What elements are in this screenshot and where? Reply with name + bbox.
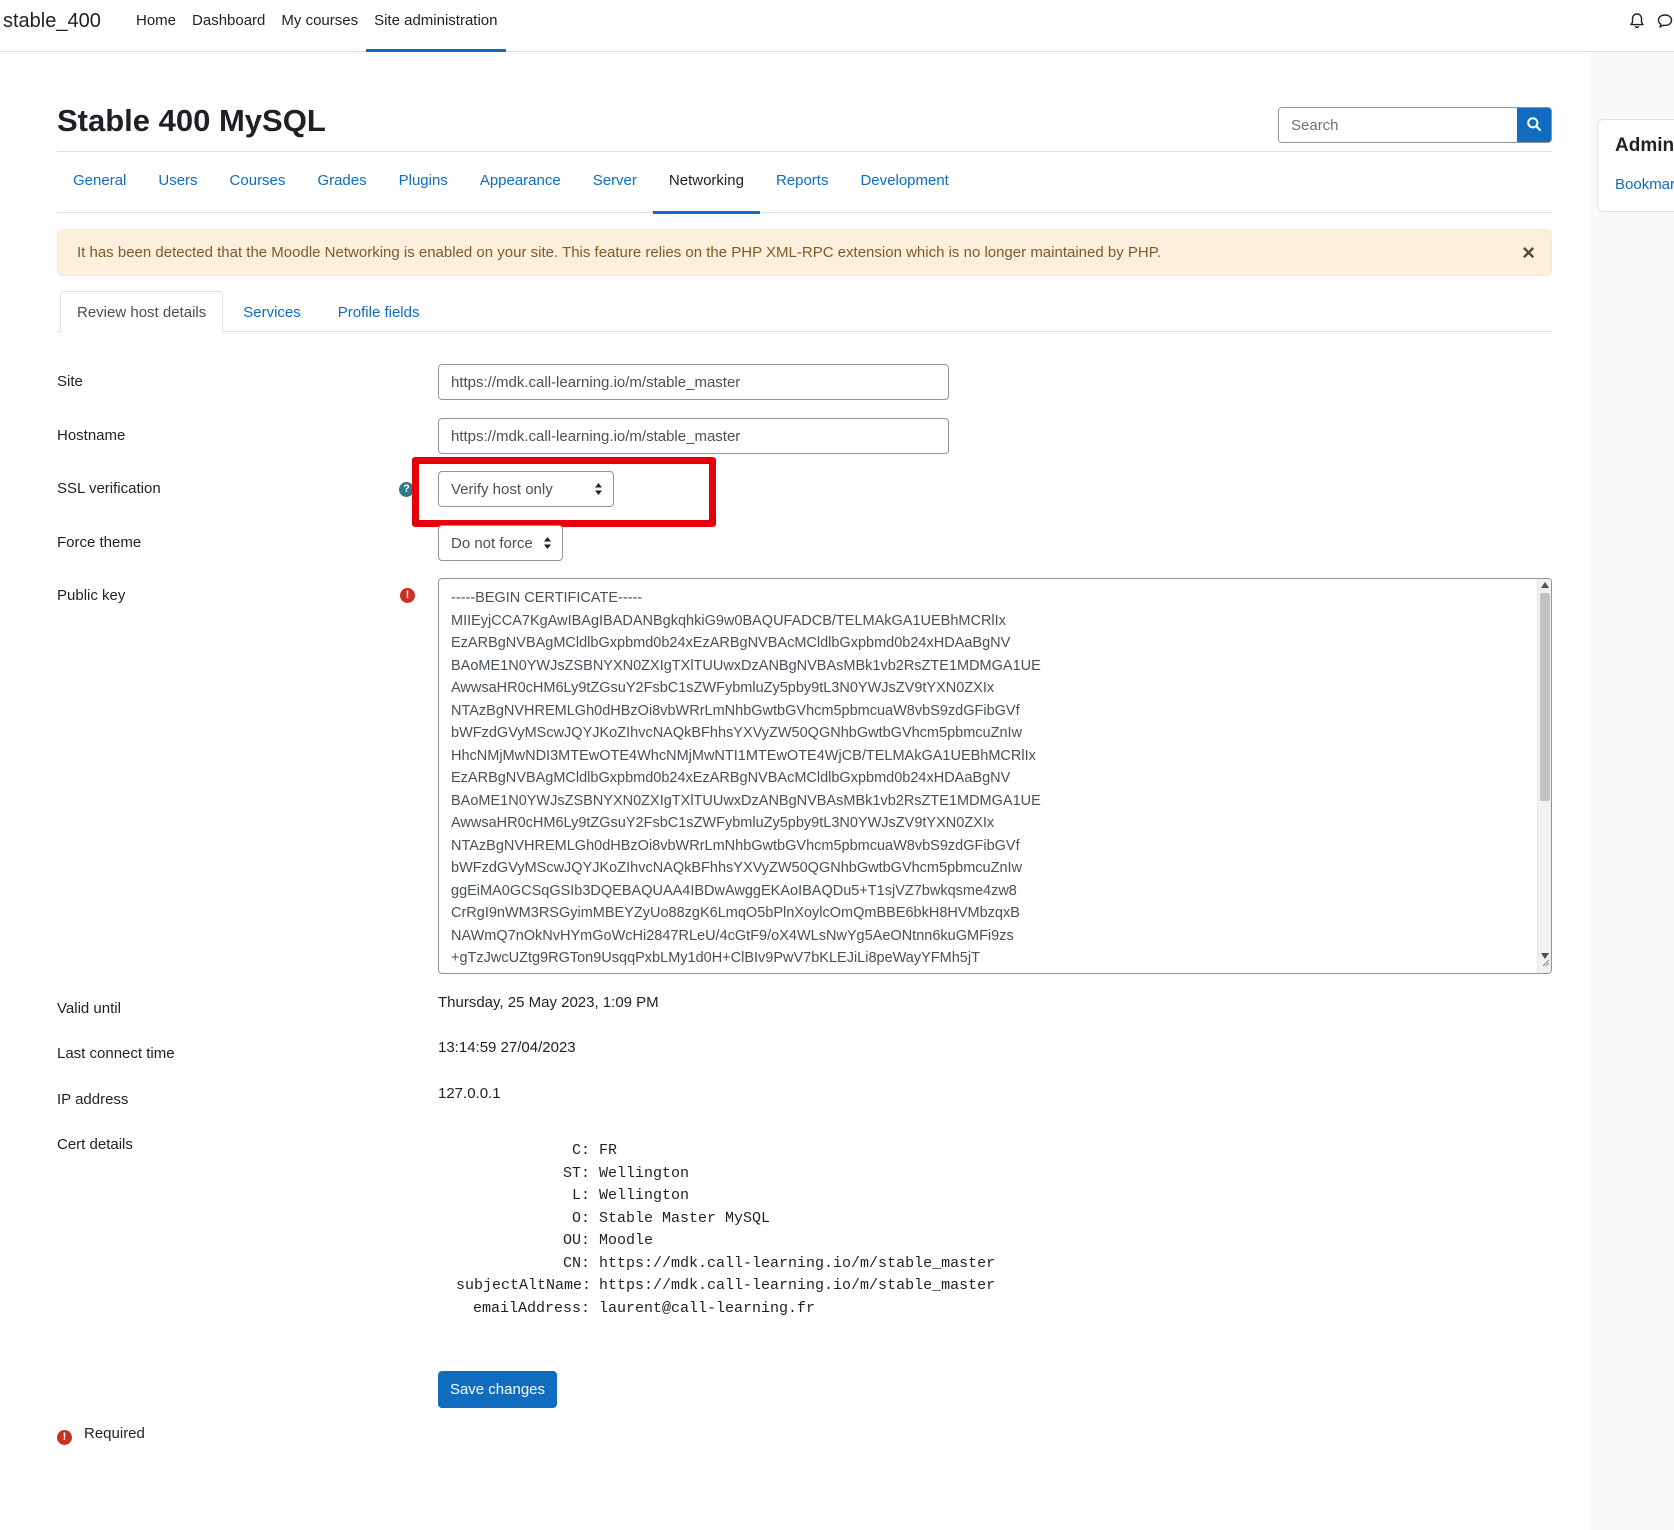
- required-legend-text: Required: [84, 1425, 145, 1442]
- cert-row-st: ST: Wellington: [562, 1164, 690, 1182]
- ssl-verification-value: Verify host only: [451, 480, 553, 498]
- tab-reports[interactable]: Reports: [760, 152, 845, 213]
- tab-services[interactable]: Services: [226, 291, 318, 332]
- valid-until-label: Valid until: [57, 1000, 121, 1017]
- cert-row-subjectaltname: subjectAltName: https://mdk.call-learnin…: [456, 1277, 996, 1294]
- alert-message: It has been detected that the Moodle Net…: [77, 244, 1161, 261]
- search-box: [1278, 107, 1552, 143]
- right-drawer: [1591, 52, 1674, 1530]
- page-title: Stable 400 MySQL: [57, 103, 326, 138]
- cert-details: C: FR ST: Wellington L: Wellington O: St…: [456, 1140, 995, 1320]
- search-input[interactable]: [1279, 108, 1519, 142]
- search-button[interactable]: [1517, 108, 1551, 142]
- tab-appearance[interactable]: Appearance: [464, 152, 577, 213]
- last-connect-value: 13:14:59 27/04/2023: [438, 1039, 576, 1056]
- navbar-icons: [1628, 12, 1674, 30]
- cert-row-cn: CN: https://mdk.call-learning.io/m/stabl…: [562, 1254, 996, 1272]
- search-icon: [1526, 116, 1542, 135]
- textarea-scrollbar[interactable]: [1537, 579, 1551, 973]
- nav-dashboard[interactable]: Dashboard: [184, 0, 273, 52]
- hostname-label: Hostname: [57, 427, 126, 444]
- tab-grades[interactable]: Grades: [301, 152, 382, 213]
- hostname-input[interactable]: [438, 418, 949, 454]
- site-brand[interactable]: stable_400: [3, 10, 101, 33]
- tab-review-host-details[interactable]: Review host details: [60, 291, 224, 333]
- cert-details-label: Cert details: [57, 1136, 133, 1153]
- tab-plugins[interactable]: Plugins: [383, 152, 464, 213]
- xmlrpc-warning-alert: It has been detected that the Moodle Net…: [57, 229, 1552, 276]
- help-icon[interactable]: ?: [399, 482, 414, 497]
- force-theme-label: Force theme: [57, 534, 142, 551]
- site-input[interactable]: [438, 364, 949, 400]
- bookmarks-link[interactable]: Bookmar: [1615, 176, 1674, 193]
- cert-row-c: C: FR: [571, 1142, 618, 1159]
- scrollbar-thumb[interactable]: [1540, 593, 1550, 801]
- public-key-label: Public key: [57, 587, 126, 604]
- cert-row-emailaddress: emailAddress: laurent@call-learning.fr: [472, 1299, 816, 1317]
- nav-home[interactable]: Home: [128, 0, 184, 52]
- nav-site-administration[interactable]: Site administration: [366, 0, 506, 52]
- force-theme-select[interactable]: Do not force: [438, 525, 563, 561]
- select-caret-icon: [594, 482, 603, 500]
- ssl-verification-label: SSL verification: [57, 480, 161, 497]
- ip-address-label: IP address: [57, 1091, 129, 1108]
- host-form-tabs: Review host details Services Profile fie…: [57, 291, 1552, 333]
- cert-row-l: L: Wellington: [571, 1187, 690, 1204]
- resize-grip-icon[interactable]: [1540, 954, 1550, 972]
- admin-block: Admin Bookmar: [1597, 119, 1674, 212]
- save-changes-button[interactable]: Save changes: [438, 1371, 557, 1408]
- required-icon: !: [57, 1430, 72, 1445]
- tab-development[interactable]: Development: [844, 152, 964, 213]
- required-icon: !: [400, 588, 415, 603]
- chat-bubble-icon[interactable]: [1656, 12, 1674, 30]
- required-legend: ! Required: [57, 1425, 145, 1445]
- last-connect-label: Last connect time: [57, 1045, 175, 1062]
- admin-block-title: Admin: [1615, 135, 1674, 156]
- nav-my-courses[interactable]: My courses: [273, 0, 366, 52]
- ip-address-value: 127.0.0.1: [438, 1085, 501, 1102]
- scroll-up-icon[interactable]: [1541, 582, 1549, 588]
- public-key-textarea[interactable]: -----BEGIN CERTIFICATE----- MIIEyjCCA7Kg…: [438, 578, 1552, 974]
- select-caret-icon: [543, 536, 552, 554]
- top-navbar: stable_400 Home Dashboard My courses Sit…: [0, 0, 1674, 52]
- tab-users[interactable]: Users: [142, 152, 213, 213]
- close-icon[interactable]: ×: [1522, 240, 1535, 266]
- force-theme-value: Do not force: [451, 534, 533, 552]
- tab-server[interactable]: Server: [577, 152, 653, 213]
- cert-row-o: O: Stable Master MySQL: [571, 1209, 771, 1227]
- tab-courses[interactable]: Courses: [214, 152, 302, 213]
- tab-profile-fields[interactable]: Profile fields: [321, 291, 437, 332]
- tab-networking[interactable]: Networking: [652, 152, 760, 214]
- primary-navigation: Home Dashboard My courses Site administr…: [128, 0, 506, 52]
- tab-general[interactable]: General: [57, 152, 142, 213]
- valid-until-value: Thursday, 25 May 2023, 1:09 PM: [438, 994, 659, 1011]
- bell-icon[interactable]: [1628, 12, 1646, 30]
- admin-secondary-nav: General Users Courses Grades Plugins App…: [57, 151, 1552, 214]
- public-key-text: -----BEGIN CERTIFICATE----- MIIEyjCCA7Kg…: [451, 590, 1041, 966]
- ssl-verification-select[interactable]: Verify host only: [438, 471, 614, 507]
- site-label: Site: [57, 373, 83, 390]
- cert-row-ou: OU: Moodle: [562, 1232, 654, 1249]
